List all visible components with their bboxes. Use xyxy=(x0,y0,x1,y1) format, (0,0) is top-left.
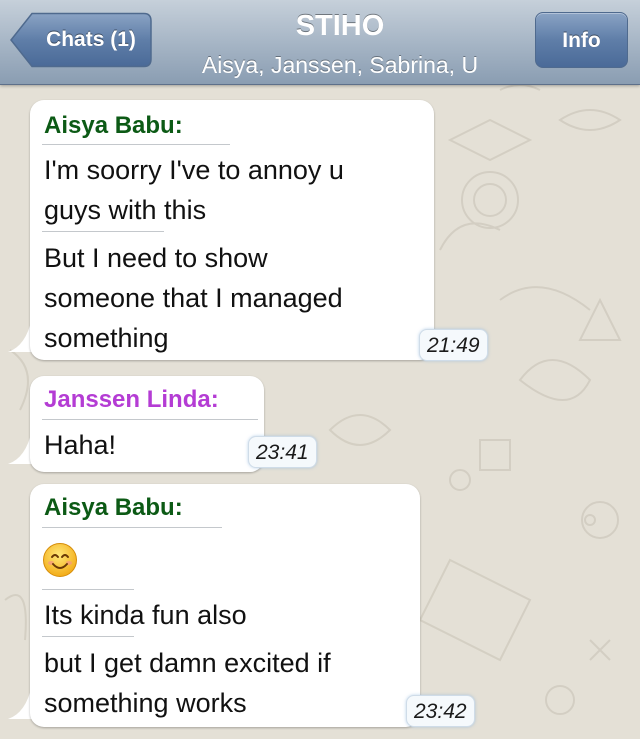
back-button-label: Chats (1) xyxy=(46,28,136,51)
smiling-face-emoji xyxy=(43,543,77,577)
message-text: guys with this xyxy=(44,195,207,225)
message-text: something xyxy=(44,323,169,353)
message-text: someone that I managed xyxy=(44,283,343,313)
message-sender: Aisya Babu: xyxy=(44,494,183,521)
message-text: I'm soorry I've to annoy u xyxy=(44,155,344,185)
message-divider xyxy=(42,636,134,637)
message-timestamp: 21:49 xyxy=(419,329,488,361)
message-divider xyxy=(42,231,164,232)
message-timestamp: 23:42 xyxy=(406,695,475,727)
message-text: but I get damn excited if xyxy=(44,648,331,678)
sender-divider xyxy=(42,527,222,528)
chat-title: STIHO xyxy=(295,10,385,42)
message-bubble[interactable]: Aisya Babu: Its kinda fun also but I get… xyxy=(30,484,475,727)
message-bubble[interactable]: Aisya Babu: I'm soorry I've to annoy u g… xyxy=(30,100,488,361)
sender-divider xyxy=(42,419,258,420)
sender-divider xyxy=(42,144,230,145)
message-divider xyxy=(42,589,134,590)
message-timestamp: 23:41 xyxy=(248,436,317,468)
message-sender: Janssen Linda: xyxy=(44,386,219,413)
message-bubble[interactable]: Janssen Linda: Haha! 23:41 xyxy=(30,376,317,472)
info-button[interactable]: Info xyxy=(535,12,628,68)
navigation-bar: Chats (1) STIHO Aisya, Janssen, Sabrina,… xyxy=(0,0,640,85)
message-text: something works xyxy=(44,688,247,718)
participants-subtitle: Aisya, Janssen, Sabrina, U xyxy=(201,52,479,78)
back-to-chats-button[interactable]: Chats (1) xyxy=(10,12,152,68)
message-text: But I need to show xyxy=(44,243,268,273)
message-sender: Aisya Babu: xyxy=(44,112,183,139)
message-text: Its kinda fun also xyxy=(44,600,247,630)
message-text: Haha! xyxy=(44,430,117,460)
